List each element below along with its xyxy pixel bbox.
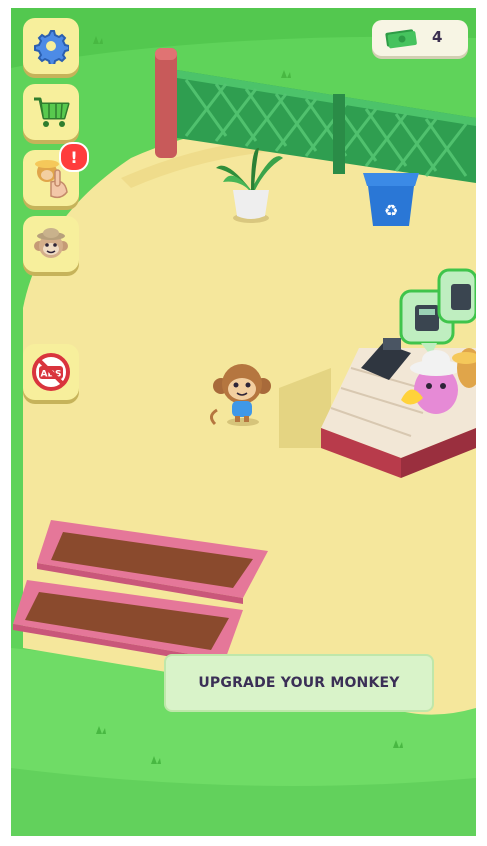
upgrade-monkey-banner[interactable]: UPGRADE YOUR MONKEY <box>164 654 434 712</box>
monkey-face-icon <box>34 228 68 258</box>
no-ads-icon: ADS <box>32 353 70 391</box>
shop-button[interactable] <box>23 84 79 140</box>
money-value: 4 <box>432 28 443 46</box>
alert-badge: ! <box>59 142 89 172</box>
monkey-profile-button[interactable] <box>23 216 79 272</box>
svg-text:♻: ♻ <box>384 201 398 220</box>
upgrade-monkey-label: UPGRADE YOUR MONKEY <box>198 675 400 691</box>
settings-button[interactable] <box>23 18 79 74</box>
register-bubble-2 <box>437 268 476 324</box>
cash-icon <box>385 29 417 49</box>
money-display: 4 <box>372 20 468 56</box>
game-screen: ♻ 4 ! UPGRADE YOUR MONKEY <box>11 8 476 836</box>
no-ads-button[interactable]: ADS <box>23 344 79 400</box>
gear-icon <box>34 30 69 64</box>
shopping-cart-icon <box>34 97 70 127</box>
